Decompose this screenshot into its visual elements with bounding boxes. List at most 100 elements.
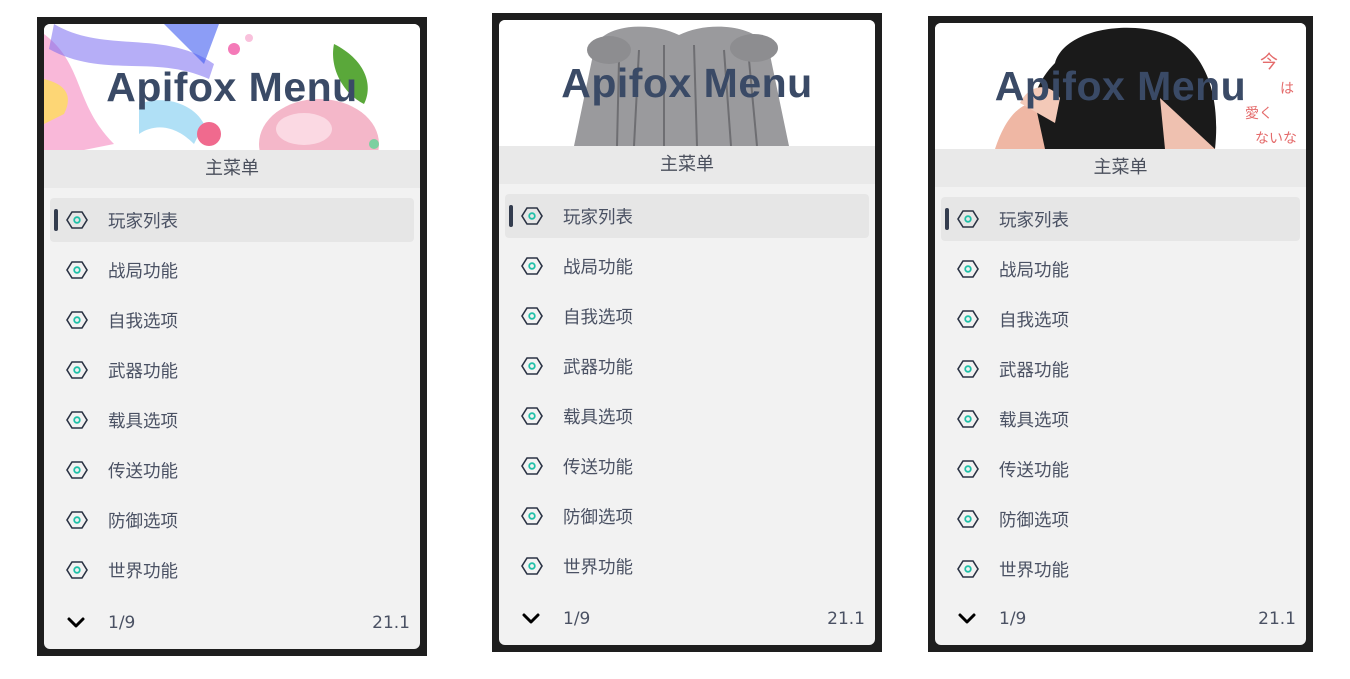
hexagon-nut-icon bbox=[66, 411, 88, 429]
menu-window-2: Apifox Menu 主菜单 玩家列表 战局功能 自我选项 武器功能 载具选项… bbox=[492, 13, 882, 652]
hexagon-nut-icon bbox=[521, 557, 543, 575]
menu-item-player-list[interactable]: 玩家列表 bbox=[941, 197, 1300, 241]
menu-item-player-list[interactable]: 玩家列表 bbox=[50, 198, 414, 242]
hexagon-nut-icon bbox=[521, 307, 543, 325]
hexagon-nut-icon bbox=[957, 360, 979, 378]
menu-title: Apifox Menu bbox=[561, 60, 813, 106]
menu-item-teleport[interactable]: 传送功能 bbox=[505, 444, 869, 488]
hexagon-nut-icon bbox=[66, 461, 88, 479]
page-indicator: 1/9 bbox=[563, 609, 591, 629]
menu-footer: 1/9 21.1 bbox=[935, 595, 1306, 645]
menu-subheader: 主菜单 bbox=[44, 150, 420, 188]
version-label: 21.1 bbox=[827, 609, 865, 629]
menu-item-label: 载具选项 bbox=[999, 410, 1069, 431]
menu-item-label: 世界功能 bbox=[108, 561, 178, 582]
menu-subheader: 主菜单 bbox=[499, 146, 875, 184]
menu-window-1: Apifox Menu 主菜单 玩家列表 战局功能 自我选项 武器功能 载具选项… bbox=[37, 17, 427, 656]
menu-item-label: 玩家列表 bbox=[563, 207, 633, 228]
menu-item-teleport[interactable]: 传送功能 bbox=[941, 447, 1300, 491]
hexagon-nut-icon bbox=[957, 310, 979, 328]
menu-panel: Apifox Menu 主菜单 玩家列表 战局功能 自我选项 武器功能 载具选项… bbox=[499, 20, 875, 645]
menu-item-vehicle[interactable]: 载具选项 bbox=[505, 394, 869, 438]
menu-footer: 1/9 21.1 bbox=[499, 595, 875, 645]
version-label: 21.1 bbox=[372, 613, 410, 633]
menu-item-session[interactable]: 战局功能 bbox=[505, 244, 869, 288]
menu-item-vehicle[interactable]: 载具选项 bbox=[941, 397, 1300, 441]
hexagon-nut-icon bbox=[957, 410, 979, 428]
menu-list: 玩家列表 战局功能 自我选项 武器功能 载具选项 传送功能 防御选项 世界功能 bbox=[935, 187, 1306, 591]
menu-item-label: 传送功能 bbox=[999, 460, 1069, 481]
menu-item-label: 战局功能 bbox=[999, 260, 1069, 281]
hexagon-nut-icon bbox=[66, 311, 88, 329]
menu-item-world[interactable]: 世界功能 bbox=[50, 548, 414, 592]
menu-item-defense[interactable]: 防御选项 bbox=[941, 497, 1300, 541]
menu-item-label: 传送功能 bbox=[108, 461, 178, 482]
page-indicator: 1/9 bbox=[999, 609, 1027, 629]
selection-indicator bbox=[54, 209, 58, 231]
menu-item-self[interactable]: 自我选项 bbox=[941, 297, 1300, 341]
menu-subheader: 主菜单 bbox=[935, 149, 1306, 187]
hexagon-nut-icon bbox=[521, 207, 543, 225]
menu-list: 玩家列表 战局功能 自我选项 武器功能 载具选项 传送功能 防御选项 世界功能 bbox=[44, 188, 420, 592]
menu-item-label: 防御选项 bbox=[563, 507, 633, 528]
svg-text:ないな: ないな bbox=[1255, 131, 1297, 147]
hexagon-nut-icon bbox=[66, 561, 88, 579]
menu-item-weapon[interactable]: 武器功能 bbox=[505, 344, 869, 388]
menu-item-self[interactable]: 自我选项 bbox=[505, 294, 869, 338]
menu-item-teleport[interactable]: 传送功能 bbox=[50, 448, 414, 492]
menu-item-world[interactable]: 世界功能 bbox=[505, 544, 869, 588]
menu-title: Apifox Menu bbox=[994, 63, 1247, 109]
menu-item-label: 载具选项 bbox=[563, 407, 633, 428]
menu-item-label: 玩家列表 bbox=[108, 211, 178, 232]
menu-item-label: 防御选项 bbox=[999, 510, 1069, 531]
menu-item-label: 防御选项 bbox=[108, 511, 178, 532]
menu-item-session[interactable]: 战局功能 bbox=[941, 247, 1300, 291]
hexagon-nut-icon bbox=[957, 210, 979, 228]
menu-banner: Apifox Menu bbox=[499, 20, 875, 146]
menu-window-3: 今 は 愛く ないな Apifox Menu 主菜单 玩家列表 战局功能 自我选… bbox=[928, 16, 1313, 652]
menu-list: 玩家列表 战局功能 自我选项 武器功能 载具选项 传送功能 防御选项 世界功能 bbox=[499, 184, 875, 588]
hexagon-nut-icon bbox=[66, 361, 88, 379]
hexagon-nut-icon bbox=[521, 357, 543, 375]
hexagon-nut-icon bbox=[957, 260, 979, 278]
menu-title: Apifox Menu bbox=[106, 64, 358, 110]
menu-item-label: 战局功能 bbox=[563, 257, 633, 278]
menu-item-weapon[interactable]: 武器功能 bbox=[50, 348, 414, 392]
menu-item-player-list[interactable]: 玩家列表 bbox=[505, 194, 869, 238]
menu-item-label: 自我选项 bbox=[563, 307, 633, 328]
menu-item-label: 载具选项 bbox=[108, 411, 178, 432]
menu-item-label: 武器功能 bbox=[999, 360, 1069, 381]
menu-item-self[interactable]: 自我选项 bbox=[50, 298, 414, 342]
menu-item-label: 武器功能 bbox=[563, 357, 633, 378]
hexagon-nut-icon bbox=[521, 257, 543, 275]
menu-item-label: 传送功能 bbox=[563, 457, 633, 478]
menu-item-label: 世界功能 bbox=[563, 557, 633, 578]
menu-panel: Apifox Menu 主菜单 玩家列表 战局功能 自我选项 武器功能 载具选项… bbox=[44, 24, 420, 649]
menu-banner: Apifox Menu bbox=[44, 24, 420, 150]
menu-item-label: 玩家列表 bbox=[999, 210, 1069, 231]
menu-item-weapon[interactable]: 武器功能 bbox=[941, 347, 1300, 391]
hexagon-nut-icon bbox=[521, 407, 543, 425]
menu-item-defense[interactable]: 防御选项 bbox=[50, 498, 414, 542]
hexagon-nut-icon bbox=[66, 261, 88, 279]
chevron-down-icon[interactable] bbox=[521, 611, 541, 627]
hexagon-nut-icon bbox=[957, 460, 979, 478]
menu-item-session[interactable]: 战局功能 bbox=[50, 248, 414, 292]
hexagon-nut-icon bbox=[521, 457, 543, 475]
menu-item-label: 自我选项 bbox=[999, 310, 1069, 331]
hexagon-nut-icon bbox=[66, 511, 88, 529]
menu-item-vehicle[interactable]: 载具选项 bbox=[50, 398, 414, 442]
hexagon-nut-icon bbox=[66, 211, 88, 229]
menu-item-world[interactable]: 世界功能 bbox=[941, 547, 1300, 591]
menu-item-defense[interactable]: 防御选项 bbox=[505, 494, 869, 538]
menu-item-label: 武器功能 bbox=[108, 361, 178, 382]
chevron-down-icon[interactable] bbox=[957, 611, 977, 627]
chevron-down-icon[interactable] bbox=[66, 615, 86, 631]
selection-indicator bbox=[509, 205, 513, 227]
menu-item-label: 战局功能 bbox=[108, 261, 178, 282]
menu-banner: 今 は 愛く ないな Apifox Menu bbox=[935, 23, 1306, 149]
menu-panel: 今 は 愛く ないな Apifox Menu 主菜单 玩家列表 战局功能 自我选… bbox=[935, 23, 1306, 645]
menu-item-label: 自我选项 bbox=[108, 311, 178, 332]
selection-indicator bbox=[945, 208, 949, 230]
version-label: 21.1 bbox=[1258, 609, 1296, 629]
